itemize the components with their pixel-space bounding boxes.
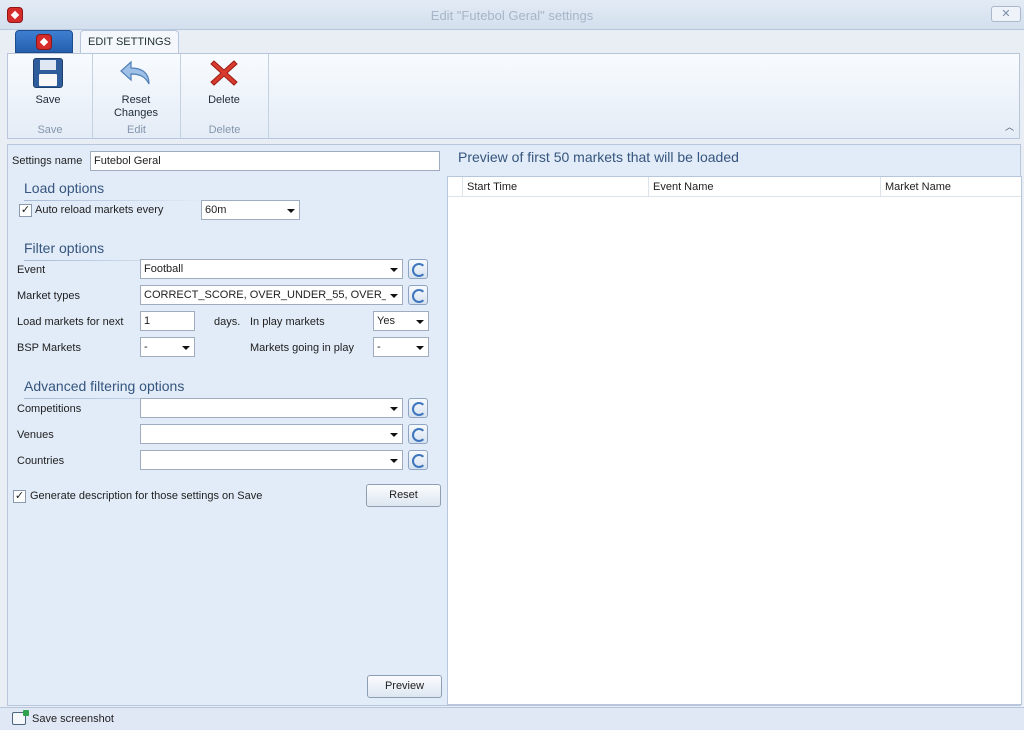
ribbon: Save Save Reset Changes Edit Delete Dele… — [7, 53, 1020, 139]
window-title: Edit "Futebol Geral" settings — [430, 8, 594, 23]
load-options-header: Load options — [24, 180, 105, 196]
ribbon-tab-strip: EDIT SETTINGS — [0, 30, 1024, 54]
bsp-markets-select[interactable]: - — [140, 337, 195, 357]
markets-going-in-play-value: - — [377, 341, 381, 353]
event-select[interactable]: Football — [140, 259, 403, 279]
reset-changes-button[interactable]: Reset Changes — [103, 58, 169, 120]
dropdown-arrow-icon — [390, 459, 398, 463]
generate-description-label: Generate description for those settings … — [30, 490, 263, 502]
auto-reload-label: Auto reload markets every — [35, 204, 164, 216]
load-markets-days-input[interactable]: 1 — [140, 311, 195, 331]
preview-grid-header: Start Time Event Name Market Name — [448, 177, 1021, 197]
column-header-event-name[interactable]: Event Name — [648, 177, 880, 197]
group-label-edit: Edit — [127, 124, 146, 136]
venues-refresh-icon[interactable] — [408, 424, 428, 444]
market-types-value: CORRECT_SCORE, OVER_UNDER_55, OVER_U... — [144, 289, 386, 301]
markets-going-in-play-select[interactable]: - — [373, 337, 429, 357]
event-value: Football — [144, 263, 184, 275]
in-play-markets-label: In play markets — [250, 316, 325, 328]
settings-name-label: Settings name — [12, 155, 83, 167]
column-header-start-time[interactable]: Start Time — [462, 177, 649, 197]
countries-refresh-icon[interactable] — [408, 450, 428, 470]
in-play-markets-value: Yes — [377, 315, 395, 327]
market-types-select[interactable]: CORRECT_SCORE, OVER_UNDER_55, OVER_U... — [140, 285, 403, 305]
competitions-label: Competitions — [17, 403, 82, 415]
status-bar: Save screenshot — [0, 707, 1024, 730]
delete-button-label: Delete — [208, 94, 240, 106]
group-label-delete: Delete — [208, 124, 241, 136]
chevron-up-icon[interactable]: ︿ — [1005, 120, 1014, 133]
delete-x-icon — [209, 58, 239, 88]
countries-label: Countries — [17, 455, 65, 467]
venues-select[interactable] — [140, 424, 403, 444]
delete-button[interactable]: Delete — [193, 58, 255, 107]
venues-label: Venues — [17, 429, 54, 441]
dropdown-arrow-icon — [390, 294, 398, 298]
save-screenshot-icon[interactable] — [12, 710, 29, 725]
dropdown-arrow-icon — [182, 346, 190, 350]
market-types-label: Market types — [17, 290, 80, 302]
reset-changes-label-1: Reset — [121, 94, 151, 106]
dropdown-arrow-icon — [390, 268, 398, 272]
dropdown-arrow-icon — [390, 433, 398, 437]
event-label: Event — [17, 264, 46, 276]
save-button[interactable]: Save — [18, 58, 78, 107]
app-menu-logo-icon — [36, 34, 52, 50]
markets-going-in-play-label: Markets going in play — [250, 342, 354, 354]
dropdown-arrow-icon — [416, 346, 424, 350]
bsp-markets-label: BSP Markets — [17, 342, 81, 354]
dropdown-arrow-icon — [416, 320, 424, 324]
in-play-markets-select[interactable]: Yes — [373, 311, 429, 331]
title-bar: Edit "Futebol Geral" settings ✕ — [0, 0, 1024, 30]
preview-button[interactable]: Preview — [367, 675, 442, 698]
dropdown-arrow-icon — [287, 209, 295, 213]
undo-icon — [119, 58, 153, 88]
market-types-refresh-icon[interactable] — [408, 285, 428, 305]
group-label-save: Save — [37, 124, 63, 136]
close-button[interactable]: ✕ — [991, 6, 1021, 22]
load-options-divider — [24, 200, 204, 201]
ribbon-group-delete: Delete Delete — [181, 54, 269, 138]
bsp-markets-value: - — [144, 341, 148, 353]
settings-name-input[interactable]: Futebol Geral — [90, 151, 440, 171]
filter-options-header: Filter options — [24, 240, 105, 256]
reset-button[interactable]: Reset — [366, 484, 441, 507]
ribbon-group-edit: Reset Changes Edit — [93, 54, 181, 138]
tab-edit-settings[interactable]: EDIT SETTINGS — [80, 30, 179, 54]
competitions-refresh-icon[interactable] — [408, 398, 428, 418]
save-screenshot-label[interactable]: Save screenshot — [32, 713, 114, 725]
countries-select[interactable] — [140, 450, 403, 470]
auto-reload-interval-value: 60m — [205, 204, 227, 216]
preview-grid[interactable]: Start Time Event Name Market Name — [447, 176, 1022, 705]
floppy-disk-icon — [33, 58, 63, 88]
app-menu-button[interactable] — [15, 30, 73, 53]
dropdown-arrow-icon — [390, 407, 398, 411]
load-markets-label: Load markets for next — [17, 316, 124, 328]
column-header-market-name[interactable]: Market Name — [880, 177, 1021, 197]
preview-title: Preview of first 50 markets that will be… — [458, 149, 739, 165]
reset-changes-label-2: Changes — [113, 107, 159, 119]
auto-reload-checkbox[interactable]: ✓ — [19, 204, 32, 217]
save-button-label: Save — [35, 94, 61, 106]
auto-reload-interval-select[interactable]: 60m — [201, 200, 300, 220]
ribbon-group-save: Save Save — [8, 54, 93, 138]
competitions-select[interactable] — [140, 398, 403, 418]
days-label: days. — [214, 316, 241, 328]
generate-description-checkbox[interactable]: ✓ — [13, 490, 26, 503]
main-panel: Settings name Futebol Geral Load options… — [7, 144, 1022, 706]
advanced-filtering-header: Advanced filtering options — [24, 378, 185, 394]
event-refresh-icon[interactable] — [408, 259, 428, 279]
